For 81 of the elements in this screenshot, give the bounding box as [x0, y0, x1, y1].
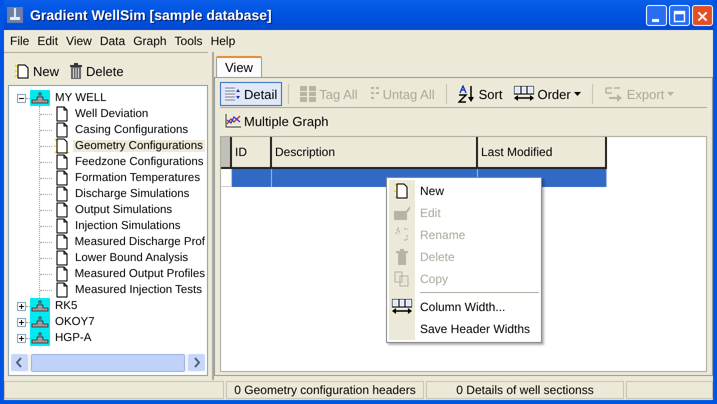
corner-header	[221, 137, 232, 169]
scroll-right-icon[interactable]	[188, 354, 205, 371]
menu-item[interactable]: Save Header Widths	[389, 318, 539, 340]
document-icon	[54, 106, 70, 122]
collapse-icon[interactable]	[17, 94, 26, 102]
menu-item[interactable]: New	[389, 180, 539, 202]
menu-item[interactable]: File	[6, 34, 34, 48]
minimize-button[interactable]	[646, 4, 667, 26]
menu-item[interactable]: Tools	[170, 34, 207, 48]
tree-item[interactable]: Injection Simulations	[73, 220, 182, 232]
document-icon	[54, 186, 70, 202]
tree-item[interactable]: MY WELL	[53, 92, 109, 104]
grid-icon	[300, 86, 316, 102]
column-width-icon	[392, 299, 412, 315]
menu-item[interactable]: Help	[206, 34, 240, 48]
app-icon	[6, 6, 24, 24]
expand-icon[interactable]	[17, 318, 26, 326]
tree-item[interactable]: Feedzone Configurations	[73, 156, 206, 168]
tree-item[interactable]: Well Deviation	[73, 108, 150, 120]
document-icon	[54, 282, 70, 298]
column-width-icon	[514, 86, 534, 102]
expand-icon[interactable]	[17, 302, 26, 310]
toolbar-button[interactable]: Detail	[220, 82, 282, 106]
expand-icon[interactable]	[17, 334, 26, 342]
export-icon	[604, 86, 624, 102]
tree-item[interactable]: Discharge Simulations	[73, 188, 192, 200]
trash-icon	[396, 249, 408, 265]
close-button[interactable]	[692, 4, 713, 26]
column-header[interactable]: Last Modified	[478, 137, 607, 169]
edit-icon	[394, 206, 410, 220]
document-icon	[54, 154, 70, 170]
rename-icon	[394, 227, 410, 243]
well-icon	[30, 314, 50, 330]
new-document-icon	[394, 183, 410, 199]
document-icon	[54, 234, 70, 250]
tree-item[interactable]: HGP-A	[53, 332, 94, 344]
list-icon	[225, 87, 241, 101]
status-text: 0 Geometry configuration headers	[226, 381, 424, 399]
tree-item[interactable]: Measured Output Profiles	[72, 268, 207, 280]
tree-item[interactable]: OKOY7	[53, 316, 97, 328]
toolbar-button[interactable]: Sort	[452, 82, 508, 106]
window-title: Gradient WellSim [sample database]	[30, 7, 273, 23]
well-icon	[30, 330, 50, 346]
tab[interactable]: View	[216, 56, 262, 77]
new-document-icon	[54, 138, 70, 154]
document-icon	[54, 122, 70, 138]
copy-icon	[394, 271, 410, 287]
tree-item[interactable]: Geometry Configurations	[73, 140, 205, 152]
untag-icon	[370, 86, 380, 102]
maximize-button[interactable]	[669, 4, 690, 26]
chart-icon	[225, 114, 241, 128]
document-icon	[54, 250, 70, 266]
document-icon	[54, 202, 70, 218]
document-icon	[54, 170, 70, 186]
minimize-icon	[652, 18, 659, 22]
tree-item[interactable]: Output Simulations	[73, 204, 174, 216]
toolbar-button[interactable]: Delete	[65, 61, 128, 81]
new-document-icon	[14, 63, 30, 79]
column-header[interactable]: Description	[272, 137, 478, 169]
tree-item[interactable]: RK5	[53, 300, 80, 312]
trash-icon	[69, 63, 84, 79]
document-icon	[54, 266, 70, 282]
document-icon	[54, 218, 70, 234]
toolbar-button[interactable]: New	[10, 61, 64, 81]
toolbar-button[interactable]: Order	[509, 82, 586, 106]
menu-item[interactable]: Graph	[129, 34, 171, 48]
scroll-left-icon[interactable]	[11, 354, 28, 371]
horizontal-scrollbar[interactable]	[11, 354, 205, 372]
menu-item[interactable]: View	[62, 34, 96, 48]
tree-item[interactable]: Lower Bound Analysis	[73, 252, 190, 264]
menu-item[interactable]: Column Width...	[389, 296, 539, 318]
tree-item[interactable]: Measured Discharge Prof	[72, 236, 207, 248]
status-text: 0 Details of well sectionss	[426, 381, 624, 399]
tree-item[interactable]: Formation Temperatures	[73, 172, 202, 184]
menu-item[interactable]: Data	[96, 34, 130, 48]
toolbar-button[interactable]: Multiple Graph	[220, 109, 334, 133]
tree-item[interactable]: Measured Injection Tests	[73, 284, 204, 296]
sort-icon	[458, 85, 476, 103]
tree-item[interactable]: Casing Configurations	[73, 124, 190, 136]
menu-item[interactable]: Edit	[33, 34, 62, 48]
column-header[interactable]: ID	[232, 137, 272, 169]
